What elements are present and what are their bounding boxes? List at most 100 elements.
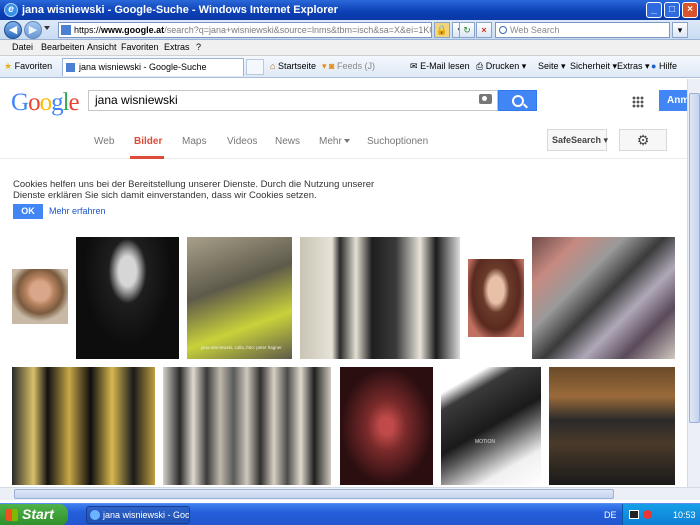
address-path: /search?q=jana+wisniewski&source=lnms&tb… xyxy=(164,25,431,35)
favorites-bar: ★ Favoriten jana wisniewski - Google-Suc… xyxy=(0,56,700,78)
address-domain: www.google.at xyxy=(101,25,165,35)
favorites-button[interactable]: ★ Favoriten xyxy=(4,61,52,72)
page-label: Seite xyxy=(538,61,559,71)
extras-label: Extras xyxy=(617,61,643,71)
image-result[interactable]: jana wisniewski, colla, foto: peter hagn… xyxy=(187,237,292,359)
tab-maps[interactable]: Maps xyxy=(182,136,206,147)
active-tab-indicator xyxy=(130,156,164,159)
tab-mehr[interactable]: Mehr xyxy=(319,136,350,147)
search-input[interactable]: jana wisniewski xyxy=(88,90,498,111)
page-content: Google jana wisniewski Anmelden Web Bild… xyxy=(0,79,687,487)
maximize-button[interactable]: □ xyxy=(664,2,680,18)
taskbar: Start jana wisniewski - Goo... DE 10:53 xyxy=(0,503,700,525)
system-tray: 10:53 xyxy=(622,504,700,525)
security-label: Sicherheit xyxy=(570,61,611,71)
menu-datei[interactable]: Datei xyxy=(12,42,33,52)
image-result[interactable] xyxy=(340,367,433,485)
tray-security-icon[interactable] xyxy=(643,510,652,519)
caret-down-icon: ▾ xyxy=(603,135,609,145)
horizontal-scroll-thumb[interactable] xyxy=(14,489,614,499)
learn-more-link[interactable]: Mehr erfahren xyxy=(49,206,106,216)
image-result[interactable] xyxy=(468,259,524,337)
google-logo[interactable]: Google xyxy=(11,89,80,117)
email-button[interactable]: ✉ E-Mail lesen xyxy=(410,61,470,72)
tab-news[interactable]: News xyxy=(275,136,300,147)
help-label: Hilfe xyxy=(658,61,677,71)
camera-icon[interactable] xyxy=(479,94,492,104)
signin-button[interactable]: Anmelden xyxy=(659,90,687,111)
forward-icon[interactable]: ▶ xyxy=(24,21,42,39)
minimize-button[interactable]: _ xyxy=(646,2,662,18)
image-result[interactable] xyxy=(12,367,155,485)
tab-web[interactable]: Web xyxy=(94,136,114,147)
window-title: jana wisniewski - Google-Suche - Windows… xyxy=(22,4,338,16)
tab-mehr-label: Mehr xyxy=(319,136,342,147)
page-menu[interactable]: Seite ▾ xyxy=(538,61,566,72)
taskbar-item-ie[interactable]: jana wisniewski - Goo... xyxy=(86,506,190,524)
language-indicator[interactable]: DE xyxy=(604,510,617,520)
window-titlebar: e jana wisniewski - Google-Suche - Windo… xyxy=(0,0,700,20)
favorites-label: Favoriten xyxy=(14,61,53,71)
image-caption: jana wisniewski, colla, foto: peter hagn… xyxy=(201,345,282,350)
stop-icon[interactable]: × xyxy=(476,22,492,38)
address-prefix: https:// xyxy=(74,25,102,35)
star-icon: ★ xyxy=(4,61,13,71)
apps-grid-icon[interactable] xyxy=(632,96,644,108)
image-result[interactable] xyxy=(163,367,331,485)
feeds-button[interactable]: ▾ ◙ Feeds (J) xyxy=(322,61,375,72)
settings-gear-icon[interactable]: ⚙ xyxy=(619,129,667,151)
cookie-ok-button[interactable]: OK xyxy=(13,204,43,219)
image-result[interactable] xyxy=(12,269,68,324)
image-result[interactable] xyxy=(76,237,179,359)
security-menu[interactable]: Sicherheit ▾ xyxy=(570,61,617,72)
ie-logo-icon: e xyxy=(4,3,18,17)
printer-icon: ⎙ xyxy=(476,61,484,71)
help-icon: ● xyxy=(651,61,657,71)
web-search-input[interactable]: Web Search xyxy=(495,22,670,38)
image-result[interactable]: MOTION xyxy=(441,367,541,485)
menu-help[interactable]: ? xyxy=(196,42,201,52)
feeds-label: Feeds (J) xyxy=(336,61,375,71)
lock-icon[interactable]: 🔒 xyxy=(434,22,450,38)
menu-extras[interactable]: Extras xyxy=(164,42,190,52)
history-dropdown-icon[interactable] xyxy=(44,26,50,30)
tray-app-icon[interactable] xyxy=(629,510,639,519)
search-options-icon[interactable]: ▾ xyxy=(672,22,688,38)
safesearch-button[interactable]: SafeSearch ▾ xyxy=(547,129,609,151)
refresh-icon[interactable]: ↻ xyxy=(459,22,475,38)
image-result[interactable] xyxy=(300,237,460,359)
browser-tab[interactable]: jana wisniewski - Google-Suche xyxy=(62,58,244,76)
mail-icon: ✉ xyxy=(410,61,418,71)
horizontal-scrollbar[interactable] xyxy=(0,487,700,500)
clock[interactable]: 10:53 xyxy=(673,510,696,520)
menu-favoriten[interactable]: Favoriten xyxy=(121,42,159,52)
close-button[interactable]: × xyxy=(682,2,698,18)
start-button[interactable]: Start xyxy=(0,504,68,525)
search-button[interactable] xyxy=(498,90,537,111)
caret-down-icon xyxy=(343,139,350,144)
address-bar[interactable]: https://www.google.at/search?q=jana+wisn… xyxy=(58,22,432,38)
email-label: E-Mail lesen xyxy=(420,61,470,71)
navigation-bar: ◀ ▶ https://www.google.at/search?q=jana+… xyxy=(0,20,700,40)
back-icon[interactable]: ◀ xyxy=(4,21,22,39)
new-tab-button[interactable] xyxy=(246,59,264,75)
menu-bearbeiten[interactable]: Bearbeiten xyxy=(41,42,85,52)
vertical-scroll-thumb[interactable] xyxy=(689,93,700,423)
safesearch-label: SafeSearch xyxy=(552,135,602,145)
tab-bilder[interactable]: Bilder xyxy=(134,136,162,147)
google-favicon-icon xyxy=(61,25,71,35)
vertical-scrollbar[interactable] xyxy=(687,79,700,487)
startseite-label: Startseite xyxy=(277,61,316,71)
help-menu[interactable]: ● Hilfe xyxy=(651,61,677,71)
print-button[interactable]: ⎙ Drucken ▾ xyxy=(476,61,526,72)
tab-videos[interactable]: Videos xyxy=(227,136,257,147)
cookie-notice: Cookies helfen uns bei der Bereitstellun… xyxy=(13,179,375,201)
image-result[interactable] xyxy=(532,237,675,359)
menu-ansicht[interactable]: Ansicht xyxy=(87,42,117,52)
image-result[interactable] xyxy=(549,367,675,485)
print-label: Drucken xyxy=(485,61,520,71)
rss-icon: ◙ xyxy=(329,61,335,71)
extras-menu[interactable]: Extras ▾ xyxy=(617,61,650,72)
tab-suchoptionen[interactable]: Suchoptionen xyxy=(367,136,428,147)
startseite-button[interactable]: ⌂ Startseite xyxy=(270,61,316,71)
